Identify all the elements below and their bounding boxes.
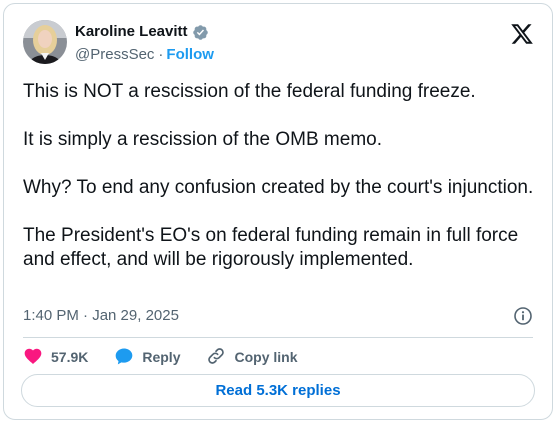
tweet-timestamp[interactable]: 1:40 PM · Jan 29, 2025 (23, 307, 179, 325)
tweet-card: Karoline Leavitt @PressSec · Follow This… (3, 3, 553, 420)
heart-icon (23, 346, 43, 369)
tweet-paragraph: Why? To end any confusion created by the… (23, 177, 534, 198)
author-handle[interactable]: @PressSec (75, 46, 154, 64)
link-icon (206, 346, 226, 369)
read-replies-button[interactable]: Read 5.3K replies (21, 374, 535, 407)
verified-badge-icon (192, 24, 209, 41)
reply-bubble-icon (114, 346, 134, 369)
like-count: 57.9K (51, 349, 89, 365)
avatar[interactable] (23, 20, 67, 64)
copy-link-button[interactable]: Copy link (206, 346, 298, 369)
info-icon[interactable] (513, 306, 533, 331)
x-logo-icon[interactable] (510, 22, 534, 51)
reply-button[interactable]: Reply (114, 346, 180, 369)
action-bar: 57.9K Reply Copy link (23, 347, 324, 367)
separator-dot: · (158, 46, 164, 63)
tweet-paragraph: It is simply a rescission of the OMB mem… (23, 129, 382, 150)
divider (23, 337, 533, 338)
author-name[interactable]: Karoline Leavitt (75, 23, 188, 41)
tweet-text: This is NOT a rescission of the federal … (23, 80, 538, 272)
tweet-paragraph: The President's EO's on federal funding … (23, 225, 519, 270)
follow-button[interactable]: Follow (166, 46, 214, 64)
reply-label: Reply (142, 349, 181, 365)
copy-link-label: Copy link (234, 349, 298, 365)
like-button[interactable]: 57.9K (23, 346, 88, 369)
read-replies-label: Read 5.3K replies (215, 382, 341, 399)
tweet-paragraph: This is NOT a rescission of the federal … (23, 81, 476, 102)
